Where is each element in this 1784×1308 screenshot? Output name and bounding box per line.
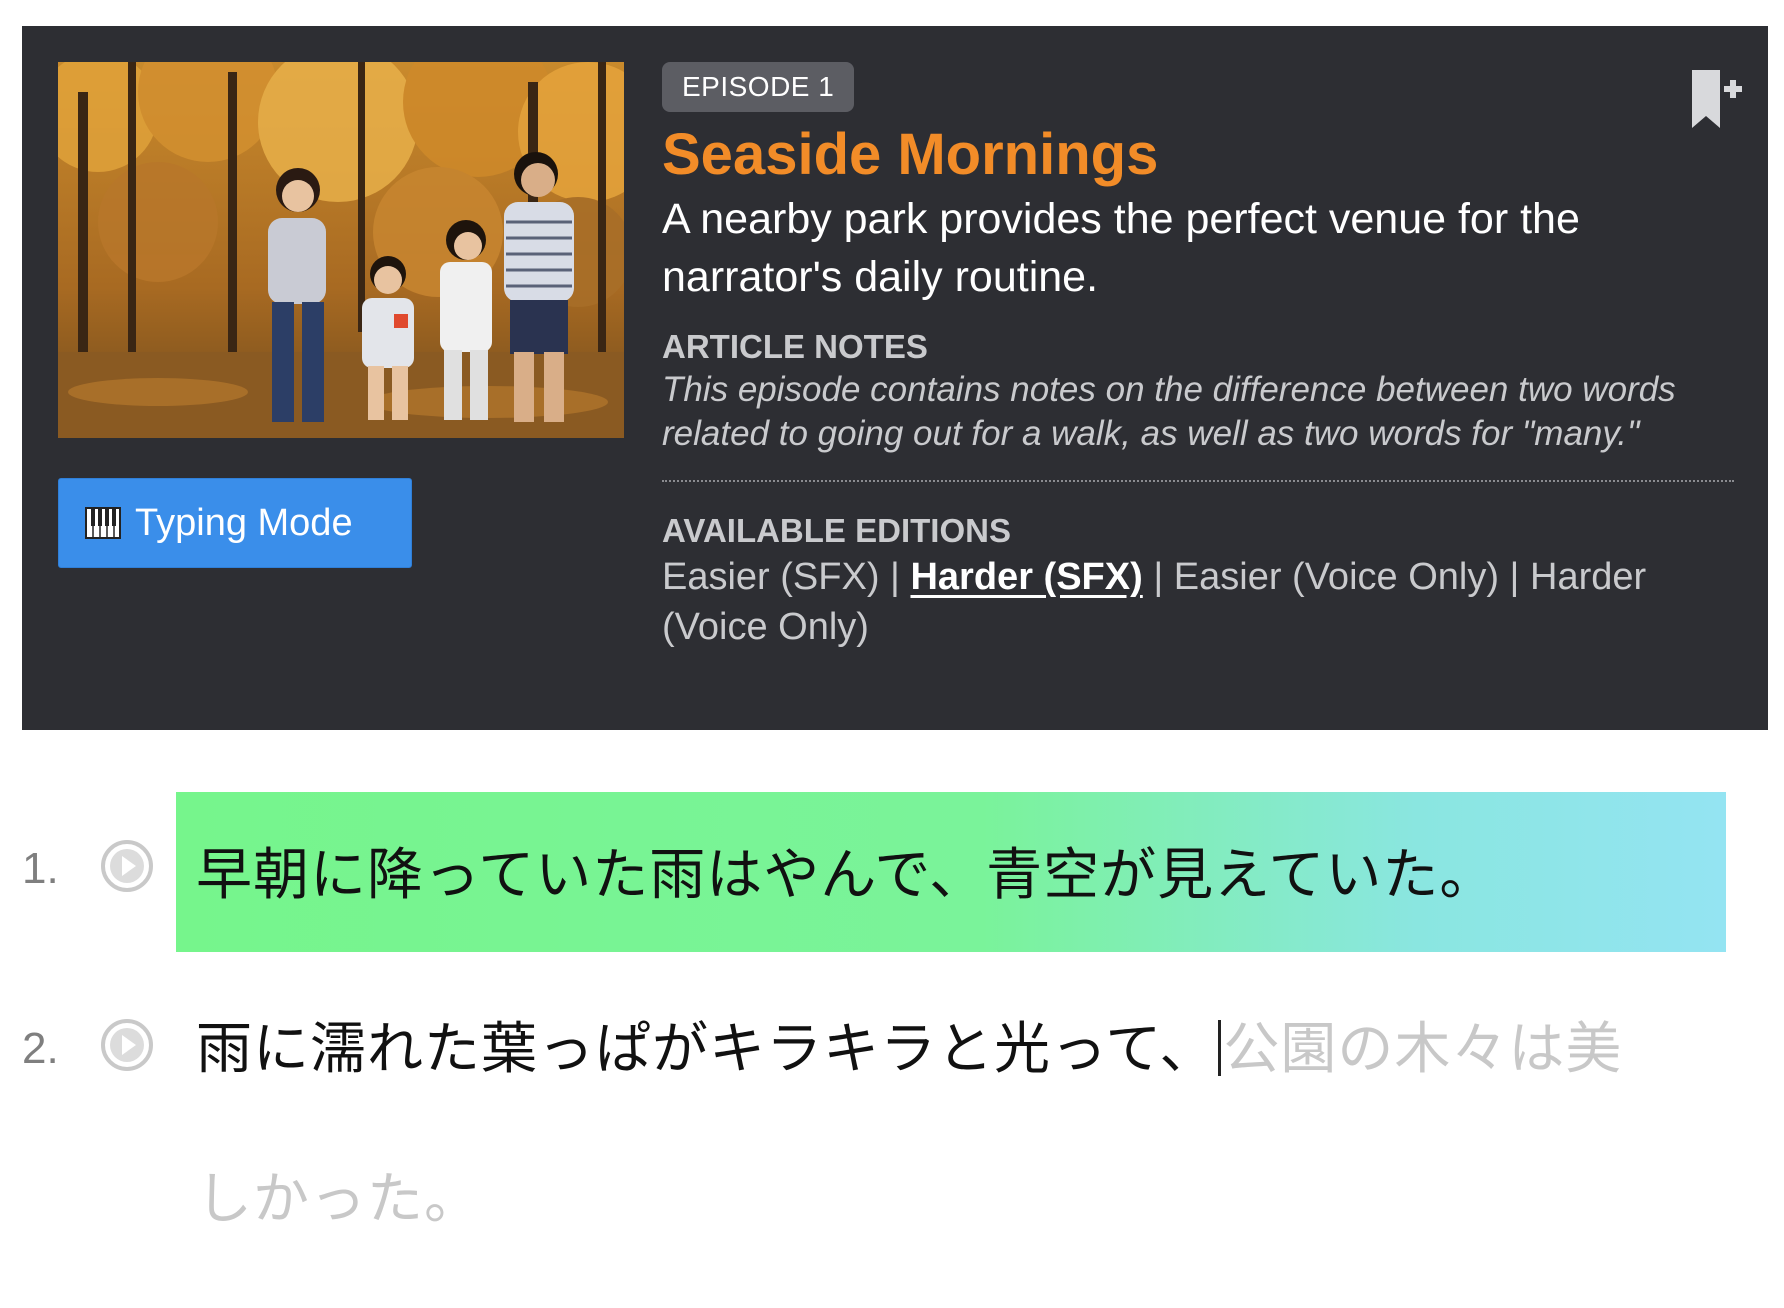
sentence-text-1: 早朝に降っていた雨はやんで、青空が見えていた。 [196, 843, 1497, 908]
typing-mode-label: Typing Mode [135, 501, 353, 544]
pending-text: しかった。 [196, 1167, 481, 1232]
play-sentence-2-button[interactable] [100, 1018, 154, 1072]
sentence-line: 雨に濡れた葉っぱがキラキラと光って、 公園の木々は美 [196, 1008, 1726, 1158]
episode-title: Seaside Mornings [662, 122, 1159, 187]
episode-info: EPISODE 1 Seaside Mornings A nearby park… [662, 62, 1734, 652]
sentence-number: 2. [22, 1024, 59, 1073]
episode-header-panel: Typing Mode EPISODE 1 Seaside Mornings A… [22, 26, 1768, 730]
typing-caret [1218, 1020, 1222, 1076]
play-icon [101, 1019, 153, 1071]
article-notes-text: This episode contains notes on the diffe… [662, 370, 1676, 453]
typed-text: 雨に濡れた葉っぱがキラキラと光って、 [196, 1017, 1217, 1082]
bookmark-add-button[interactable] [1688, 66, 1744, 132]
bookmark-add-icon [1692, 70, 1742, 128]
edition-separator: | [879, 556, 911, 598]
edition-link-easier-voice-only[interactable]: Easier (Voice Only) [1174, 556, 1499, 598]
edition-separator: | [1499, 556, 1530, 598]
edition-link-easier-sfx[interactable]: Easier (SFX) [662, 556, 879, 598]
editions-list: Easier (SFX) | Harder (SFX) | Easier (Vo… [662, 552, 1734, 652]
episode-thumbnail [58, 62, 624, 438]
typing-mode-button[interactable]: Typing Mode [58, 478, 412, 568]
article-notes-label: ARTICLE NOTES [662, 328, 928, 365]
section-divider [662, 480, 1734, 482]
episode-description: A nearby park provides the perfect venue… [662, 195, 1580, 301]
sentence-text-2[interactable]: 雨に濡れた葉っぱがキラキラと光って、 公園の木々は美 しかった。 [196, 1008, 1726, 1308]
available-editions-label: AVAILABLE EDITIONS [662, 512, 1011, 549]
edition-separator: | [1142, 556, 1174, 598]
play-icon [101, 840, 153, 892]
episode-badge: EPISODE 1 [662, 62, 855, 112]
keyboard-icon [85, 507, 121, 539]
sentence-number: 1. [22, 844, 59, 893]
pending-text: 公園の木々は美 [1223, 1017, 1623, 1082]
play-sentence-1-button[interactable] [100, 839, 154, 893]
edition-link-harder-sfx[interactable]: Harder (SFX) [910, 556, 1142, 598]
